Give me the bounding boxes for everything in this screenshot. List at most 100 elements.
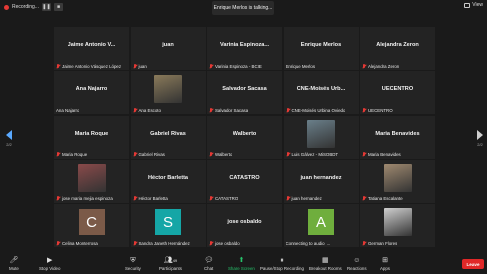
participant-tile[interactable]: Alejandra Zeron Alejandra Zeron: [360, 27, 435, 70]
previous-page-button[interactable]: 2/2: [2, 130, 16, 147]
share-screen-label: Share Screen: [228, 266, 255, 271]
participant-tile[interactable]: jose osbaldo jose osbaldo: [207, 204, 282, 247]
participant-name-label: Maria Roque: [56, 152, 87, 158]
page-indicator-left: 2/2: [6, 142, 12, 147]
tile-center: [131, 71, 206, 107]
stop-video-button[interactable]: ▶︎ Stop Video: [39, 256, 60, 271]
participant-count: 49: [172, 258, 178, 263]
view-button[interactable]: View: [464, 2, 483, 8]
profile-photo: [77, 163, 106, 192]
participant-name-label: Tatiana Escalante: [362, 196, 403, 202]
microphone-muted-icon: [362, 240, 366, 246]
participant-tile[interactable]: Héctor Barletta Héctor Barletta: [130, 159, 206, 203]
tile-center: Jaime Antonio V...: [54, 27, 129, 63]
recording-label: Pause/Stop Recording: [260, 266, 304, 271]
participant-name: Ana Najarro: [56, 107, 80, 113]
security-button[interactable]: ⛨ Security: [125, 256, 141, 271]
participant-tile[interactable]: S Sandra Janeth Hernández: [130, 204, 206, 247]
participant-display-name: Salvador Sacasa: [222, 86, 267, 93]
reactions-button[interactable]: ☺︎ Reactions: [347, 256, 367, 271]
tile-center: [284, 116, 359, 152]
participant-name: German Flores: [368, 240, 398, 246]
participant-display-name: juan hernandez: [300, 174, 342, 181]
participant-tile[interactable]: Enrique Merlos Enrique Merlos: [283, 27, 359, 70]
participant-tile[interactable]: Maria Roque Maria Roque: [54, 115, 129, 159]
participant-tile[interactable]: A Connecting to audio...: [283, 204, 359, 247]
participant-name: UECENTRO: [368, 107, 393, 113]
microphone-muted-icon: [133, 152, 137, 157]
participant-name-label: CNE-Moisés Urbina Oviedo: [286, 107, 346, 113]
participant-name-label: Luis Gálvez - MiSOBDT: [286, 152, 339, 158]
participant-name: Maria Roque: [62, 152, 88, 157]
recording-label: Recording...: [12, 4, 39, 10]
participant-tile[interactable]: UECENTRO UECENTRO: [360, 71, 435, 115]
tile-center: C: [54, 204, 129, 240]
microphone-muted-icon: [56, 240, 60, 246]
participant-name: juan: [138, 63, 147, 69]
participant-display-name: Maria Benavides: [375, 130, 420, 137]
participant-tile[interactable]: CATASTRO CATASTRO: [207, 159, 282, 203]
next-page-button[interactable]: 2/2: [473, 130, 487, 147]
tile-center: CATASTRO: [207, 160, 282, 196]
participant-tile[interactable]: CNE-Moisés Urb... CNE-Moisés Urbina Ovied…: [283, 71, 359, 115]
tile-center: jose osbaldo: [207, 204, 282, 240]
stop-recording-button[interactable]: ■: [53, 3, 63, 11]
recording-indicator: Recording... ❚❚ ■: [4, 2, 63, 12]
tile-center: Maria Roque: [54, 116, 129, 152]
pause-recording-button[interactable]: ❚❚: [41, 3, 51, 11]
leave-label: Leave: [466, 261, 480, 267]
participant-tile[interactable]: Salvador Sacasa Salvador Sacasa: [207, 71, 282, 115]
participant-tile[interactable]: Varinia Espinoza... Varinia Espinoza - BC…: [207, 27, 282, 70]
participant-display-name: Maria Roque: [74, 130, 109, 137]
participant-tile[interactable]: Tatiana Escalante: [360, 159, 435, 203]
tile-center: Ana Najarro: [54, 71, 129, 107]
participant-name-label: jose osbaldo: [209, 240, 240, 246]
participant-tile[interactable]: Gabriel Rivas Gabriel Rivas: [130, 115, 206, 159]
tile-center: A: [284, 204, 359, 240]
participant-tile[interactable]: Maria Benavides Maria Benavides: [360, 115, 435, 159]
participant-name: Ana Escoto: [138, 107, 161, 113]
participant-tile[interactable]: C Celina Monterrosa: [54, 204, 129, 247]
microphone-muted-icon: [133, 63, 137, 69]
participant-name: Enrique Merlos: [285, 63, 316, 69]
reactions-icon: ☺︎: [353, 257, 361, 264]
participant-tile[interactable]: German Flores: [360, 204, 435, 247]
recording-dot-icon: [4, 4, 9, 10]
share-screen-button[interactable]: ⬆︎ Share Screen: [228, 256, 255, 271]
mute-button[interactable]: 🎤︎ Mute: [9, 256, 19, 271]
participant-display-name: jose osbaldo: [227, 219, 262, 225]
participant-display-name: Walberto: [232, 130, 257, 137]
participant-display-name: Jaime Antonio V...: [67, 42, 116, 48]
participant-tile[interactable]: Jaime Antonio V... Jaime Antonio Vásquez …: [54, 27, 129, 70]
tile-center: Alejandra Zeron: [360, 27, 435, 63]
participant-name-label: Maria Benavides: [362, 152, 401, 158]
apps-button[interactable]: ⊞ Apps: [380, 256, 390, 271]
active-speaker-banner: Enrique Merlos is talking...: [212, 1, 274, 15]
pause-stop-recording-button[interactable]: ⏸︎ Pause/Stop Recording: [260, 256, 304, 271]
participant-name-label: Walberto: [209, 152, 232, 158]
participant-name: CNE-Moisés Urbina Oviedo: [291, 107, 346, 113]
chat-button[interactable]: 💬︎ Chat: [204, 256, 213, 271]
participant-tile[interactable]: Luis Gálvez - MiSOBDT: [283, 115, 359, 159]
participant-tile[interactable]: juan juan: [130, 27, 206, 70]
breakout-rooms-button[interactable]: ▦ Breakout Rooms: [309, 256, 342, 271]
participant-tile[interactable]: jose maria mejia espinoza: [54, 159, 129, 203]
profile-photo: [154, 75, 182, 104]
tile-center: juan hernandez: [284, 160, 359, 196]
participant-name: Luis Gálvez - MiSOBDT: [291, 152, 339, 157]
participant-tile[interactable]: Ana Najarro Ana Najarro: [54, 71, 129, 115]
participant-tile[interactable]: juan hernandez juan hernandez: [283, 159, 359, 203]
participant-display-name: Alejandra Zeron: [376, 42, 419, 48]
tile-center: juan: [131, 27, 206, 63]
microphone-muted-icon: [56, 152, 60, 157]
microphone-muted-icon: [133, 240, 137, 246]
participant-tile[interactable]: Ana Escoto: [130, 71, 206, 115]
microphone-icon: 🎤︎: [9, 257, 19, 264]
microphone-muted-icon: [133, 107, 137, 113]
participant-name-label: Enrique Merlos: [286, 63, 316, 69]
leave-button[interactable]: Leave: [462, 259, 484, 269]
tile-center: S: [131, 204, 206, 240]
participant-name: jose osbaldo: [215, 240, 240, 246]
participants-button[interactable]: 👥︎49 Participants: [159, 256, 182, 271]
participant-tile[interactable]: Walberto Walberto: [207, 115, 282, 159]
